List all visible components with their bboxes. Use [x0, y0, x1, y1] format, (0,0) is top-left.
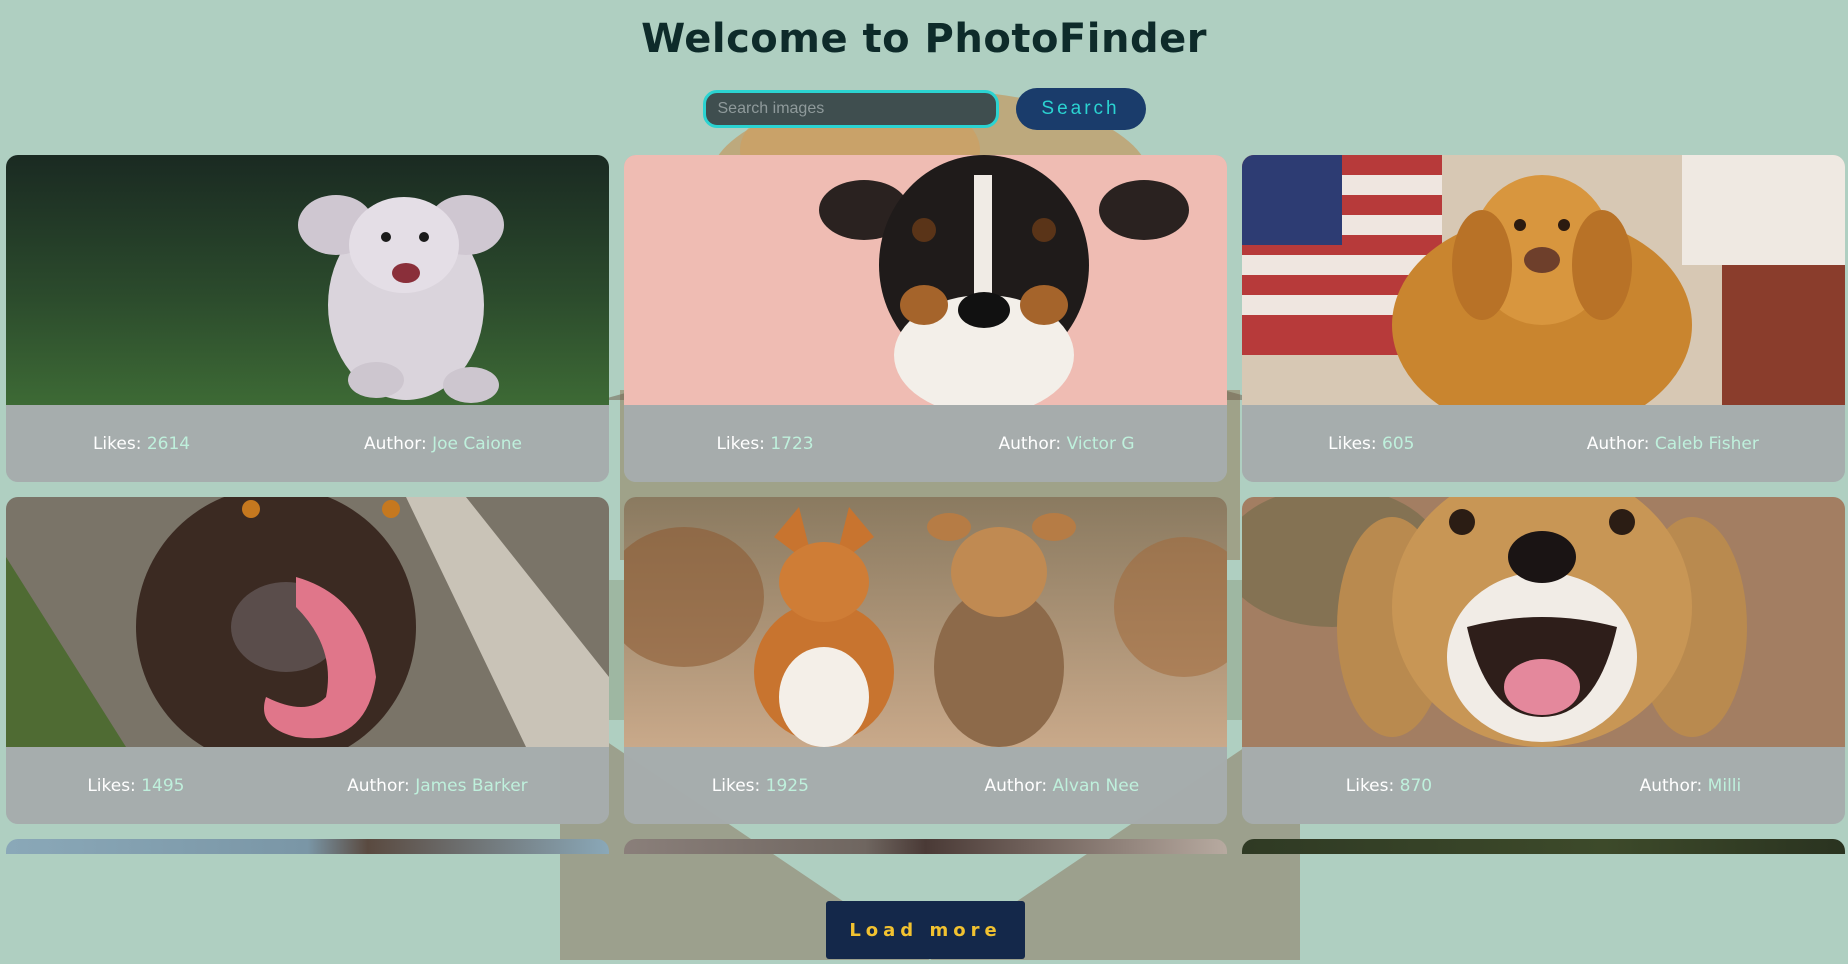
search-input[interactable]	[702, 90, 999, 128]
author-name: Author: James Barker	[347, 775, 528, 796]
photo-card[interactable]: Likes: 1723 Author: Victor G	[624, 155, 1227, 482]
photo-info: Likes: 1723 Author: Victor G	[624, 405, 1227, 482]
photo-grid: Likes: 2614 Author: Joe Caione Likes: 17…	[6, 155, 1845, 824]
photo-image[interactable]	[6, 155, 609, 405]
author-name: Author: Caleb Fisher	[1586, 433, 1759, 454]
load-more-button[interactable]: Load more	[826, 901, 1025, 959]
author-name: Author: Victor G	[998, 433, 1135, 454]
photo-image[interactable]	[6, 497, 609, 747]
likes-count: Likes: 1495	[87, 775, 185, 796]
photo-card[interactable]: Likes: 2614 Author: Joe Caione	[6, 155, 609, 482]
photo-info: Likes: 1925 Author: Alvan Nee	[624, 747, 1227, 824]
photo-card[interactable]: Likes: 1495 Author: James Barker	[6, 497, 609, 824]
author-name: Author: Joe Caione	[364, 433, 523, 454]
photo-image[interactable]	[624, 497, 1227, 747]
likes-count: Likes: 1925	[711, 775, 809, 796]
photo-image[interactable]	[624, 155, 1227, 405]
author-name: Author: Alvan Nee	[984, 775, 1140, 796]
search-button[interactable]: Search	[1015, 88, 1146, 130]
photo-info: Likes: 870 Author: Milli	[1242, 747, 1845, 824]
photo-grid-next-row	[6, 839, 1845, 854]
photo-info: Likes: 605 Author: Caleb Fisher	[1242, 405, 1845, 482]
photo-card[interactable]: Likes: 605 Author: Caleb Fisher	[1242, 155, 1845, 482]
likes-count: Likes: 2614	[92, 433, 191, 454]
likes-count: Likes: 870	[1345, 775, 1433, 796]
photo-card[interactable]: Likes: 870 Author: Milli	[1242, 497, 1845, 824]
photo-image[interactable]	[1242, 155, 1845, 405]
photo-card-partial[interactable]	[6, 839, 609, 854]
photo-card[interactable]: Likes: 1925 Author: Alvan Nee	[624, 497, 1227, 824]
photo-info: Likes: 2614 Author: Joe Caione	[6, 405, 609, 482]
search-bar: Search	[0, 88, 1848, 130]
author-name: Author: Milli	[1639, 775, 1742, 796]
likes-count: Likes: 1723	[716, 433, 814, 454]
photo-image[interactable]	[1242, 497, 1845, 747]
photo-info: Likes: 1495 Author: James Barker	[6, 747, 609, 824]
photo-card-partial[interactable]	[624, 839, 1227, 854]
page-title: Welcome to PhotoFinder	[641, 16, 1207, 62]
photo-card-partial[interactable]	[1242, 839, 1845, 854]
likes-count: Likes: 605	[1328, 433, 1415, 454]
